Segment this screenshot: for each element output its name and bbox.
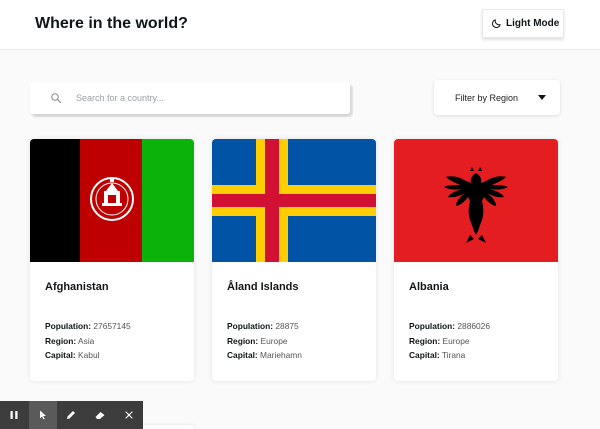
population-value: 28875 — [275, 321, 299, 331]
pencil-tool-button[interactable] — [57, 401, 86, 429]
country-details: Population: 27657145 Region: Asia Capita… — [45, 319, 131, 363]
capital-label: Capital: — [227, 350, 258, 360]
close-toolbar-button[interactable] — [114, 401, 143, 429]
region-label: Region: — [45, 335, 77, 346]
region-label: Region: — [227, 335, 259, 346]
population-label: Population: — [45, 321, 92, 331]
country-card[interactable]: Afghanistan Population: 27657145 Region:… — [30, 139, 194, 381]
top-header: Where in the world? Light Mode — [0, 0, 600, 50]
pause-button[interactable] — [0, 401, 29, 429]
site-title[interactable]: Where in the world? — [35, 15, 188, 33]
search-box[interactable] — [30, 82, 350, 114]
cursor-icon — [39, 410, 46, 420]
capital-label: Capital: — [45, 350, 76, 360]
caret-down-icon — [538, 95, 546, 100]
close-icon — [125, 411, 133, 419]
theme-toggle-button[interactable]: Light Mode — [482, 9, 564, 38]
population-value: 27657145 — [93, 321, 131, 331]
country-name[interactable]: Albania — [409, 281, 449, 293]
flag-image-afghanistan — [30, 139, 194, 262]
country-card[interactable]: Åland Islands Population: 28875 Region: … — [212, 139, 376, 381]
region-label: Region: — [409, 335, 441, 346]
capital-label: Capital: — [409, 350, 440, 360]
moon-icon — [492, 19, 501, 28]
region-value: Europe — [442, 335, 470, 346]
region-filter-dropdown[interactable]: Filter by Region — [434, 80, 560, 115]
country-details: Population: 28875 Region: Europe Capital… — [227, 319, 302, 363]
population-label: Population: — [227, 321, 274, 331]
search-icon — [51, 93, 62, 104]
theme-toggle-label: Light Mode — [506, 18, 560, 29]
country-name[interactable]: Åland Islands — [227, 281, 299, 293]
eraser-tool-button[interactable] — [86, 401, 115, 429]
region-value: Europe — [260, 335, 288, 346]
annotation-toolbar — [0, 401, 143, 429]
pause-icon — [10, 411, 18, 419]
country-card-partial[interactable] — [394, 425, 558, 429]
country-details: Population: 2886026 Region: Europe Capit… — [409, 319, 490, 363]
flag-image-albania — [394, 139, 558, 262]
capital-value: Mariehamn — [260, 350, 302, 360]
capital-value: Kabul — [78, 350, 100, 360]
country-name[interactable]: Afghanistan — [45, 281, 109, 293]
region-value: Asia — [78, 335, 95, 346]
search-input[interactable] — [76, 93, 326, 103]
pencil-icon — [67, 411, 76, 419]
cursor-tool-button[interactable] — [28, 401, 58, 429]
country-card-partial[interactable] — [212, 425, 376, 429]
region-filter-label: Filter by Region — [455, 92, 519, 103]
population-value: 2886026 — [457, 321, 490, 331]
flag-image-aland-islands — [212, 139, 376, 262]
capital-value: Tirana — [441, 350, 466, 360]
country-card[interactable]: Albania Population: 2886026 Region: Euro… — [394, 139, 558, 381]
eraser-icon — [95, 412, 105, 419]
population-label: Population: — [409, 321, 456, 331]
